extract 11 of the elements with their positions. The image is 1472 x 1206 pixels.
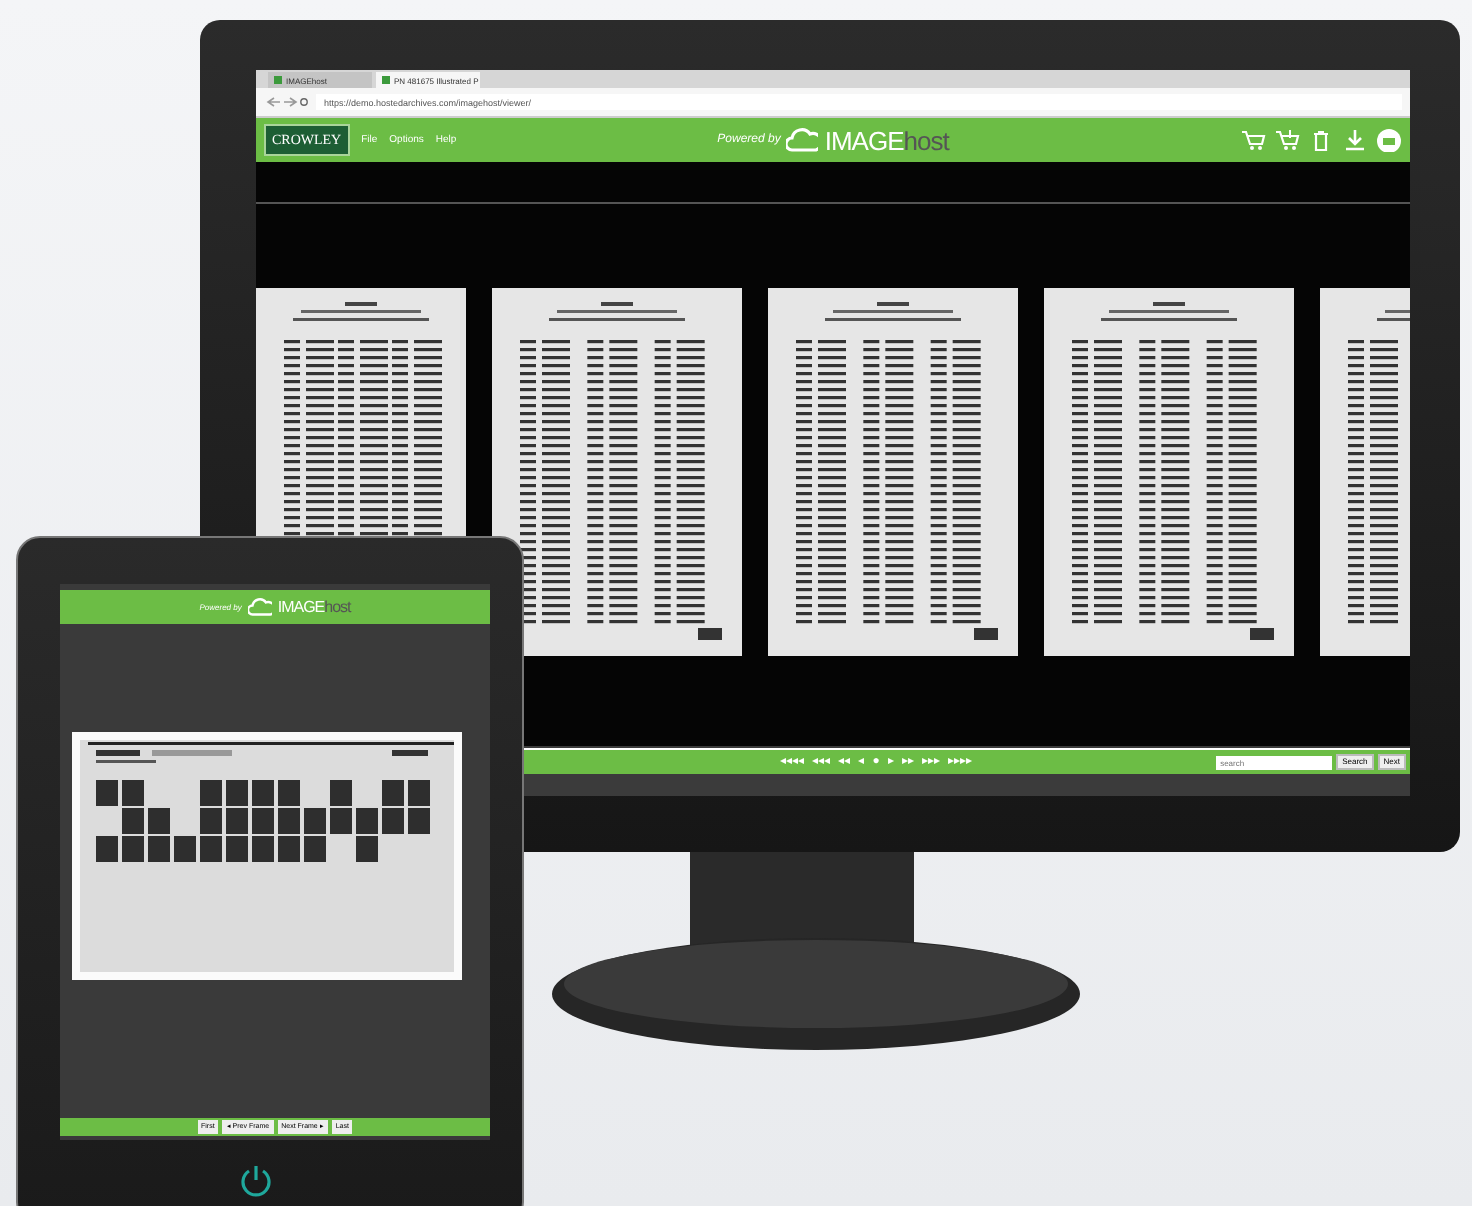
brand-logo-text: IMAGEhost <box>824 125 949 155</box>
cart-icon[interactable] <box>1274 128 1301 152</box>
cloud-logo-icon <box>786 128 819 152</box>
power-icon[interactable] <box>238 1162 274 1198</box>
download-icon[interactable] <box>1342 128 1369 152</box>
cloud-logo-icon <box>247 598 272 616</box>
cart-plus-icon[interactable] <box>1240 128 1267 152</box>
favicon-icon <box>274 76 282 84</box>
navigation-arrows-icon <box>264 96 308 108</box>
brand-logo-text: IMAGEhost <box>277 598 351 616</box>
favicon-icon <box>382 76 390 84</box>
